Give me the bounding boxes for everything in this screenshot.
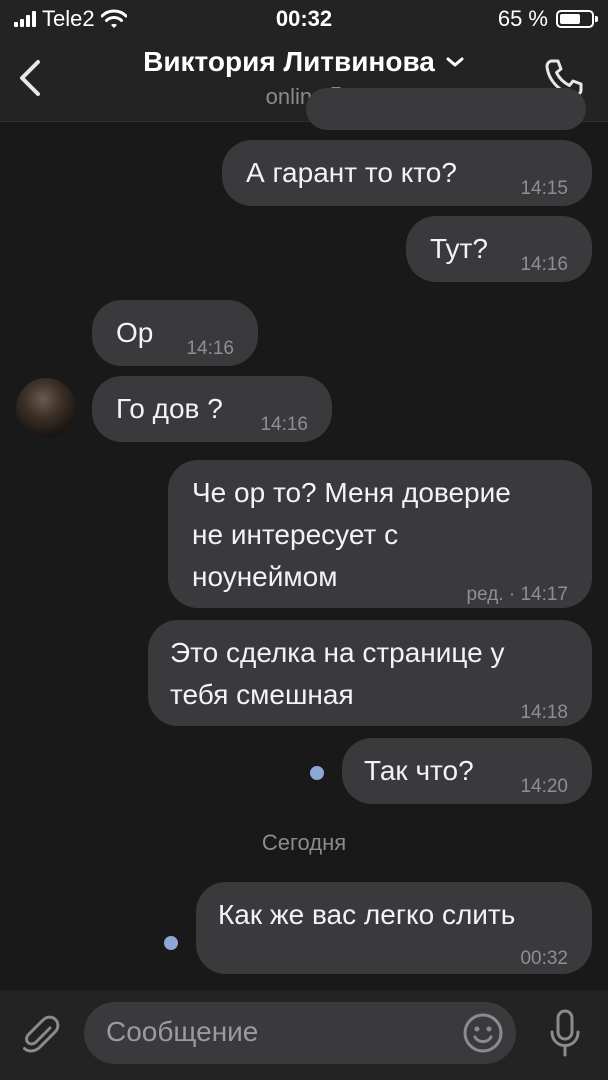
unread-indicator — [164, 936, 178, 950]
message-input[interactable]: Сообщение — [84, 1002, 516, 1064]
message-bubble[interactable]: Че ор то? Меня доверие не интересует с н… — [168, 460, 592, 608]
message-text: Как же вас легко слить — [218, 899, 516, 930]
message-bubble[interactable]: Так что? 14:20 — [342, 738, 592, 804]
message-text: А гарант то кто? — [246, 157, 457, 188]
message-time: 14:15 — [520, 178, 568, 199]
message-meta: ред. · 14:17 — [466, 574, 568, 616]
message-input-placeholder: Сообщение — [106, 1016, 259, 1047]
battery-percent: 65 % — [497, 6, 548, 31]
message-bubble[interactable]: Тут? 14:16 — [406, 216, 592, 282]
message-time: 14:17 — [520, 584, 568, 605]
message-text: Ор — [116, 317, 154, 348]
contact-name[interactable]: Виктория Литвинова — [143, 46, 465, 78]
message-text: Че ор то? Меня доверие не интересует с н… — [192, 477, 511, 592]
message-time: 14:16 — [186, 338, 234, 359]
paperclip-icon[interactable] — [20, 1014, 62, 1056]
message-text: Так что? — [364, 755, 474, 786]
battery-group: 65 % — [497, 6, 598, 32]
message-time: 14:18 — [520, 702, 568, 723]
message-bubble-partial — [306, 88, 586, 130]
message-text: Го дов ? — [116, 393, 223, 424]
message-bubble-incoming[interactable]: Ор 14:16 — [92, 300, 258, 366]
message-time: 00:32 — [520, 948, 568, 969]
battery-icon — [556, 10, 598, 28]
message-bubble[interactable]: А гарант то кто? 14:15 — [222, 140, 592, 206]
message-time: 14:16 — [520, 254, 568, 275]
contact-avatar[interactable] — [16, 378, 76, 438]
message-time: 14:16 — [260, 414, 308, 435]
message-composer: Сообщение — [0, 990, 608, 1080]
message-text: Это сделка на странице у тебя смешная — [170, 637, 505, 710]
contact-name-text: Виктория Литвинова — [143, 46, 435, 77]
message-list[interactable]: А гарант то кто? 14:15 Тут? 14:16 Ор 14:… — [0, 88, 608, 990]
microphone-icon[interactable] — [548, 1008, 582, 1060]
message-bubble[interactable]: Как же вас легко слить 00:32 — [196, 882, 592, 974]
edited-label: ред. · — [466, 584, 516, 605]
date-separator: Сегодня — [261, 830, 347, 855]
emoji-icon[interactable] — [462, 1012, 504, 1054]
unread-indicator — [310, 766, 324, 780]
chevron-down-icon — [446, 57, 464, 67]
message-time: 14:20 — [520, 776, 568, 797]
status-bar: Tele2 00:32 65 % — [0, 0, 608, 40]
message-text: Тут? — [430, 233, 488, 264]
message-bubble-incoming[interactable]: Го дов ? 14:16 — [92, 376, 332, 442]
message-bubble[interactable]: Это сделка на странице у тебя смешная 14… — [148, 620, 592, 726]
